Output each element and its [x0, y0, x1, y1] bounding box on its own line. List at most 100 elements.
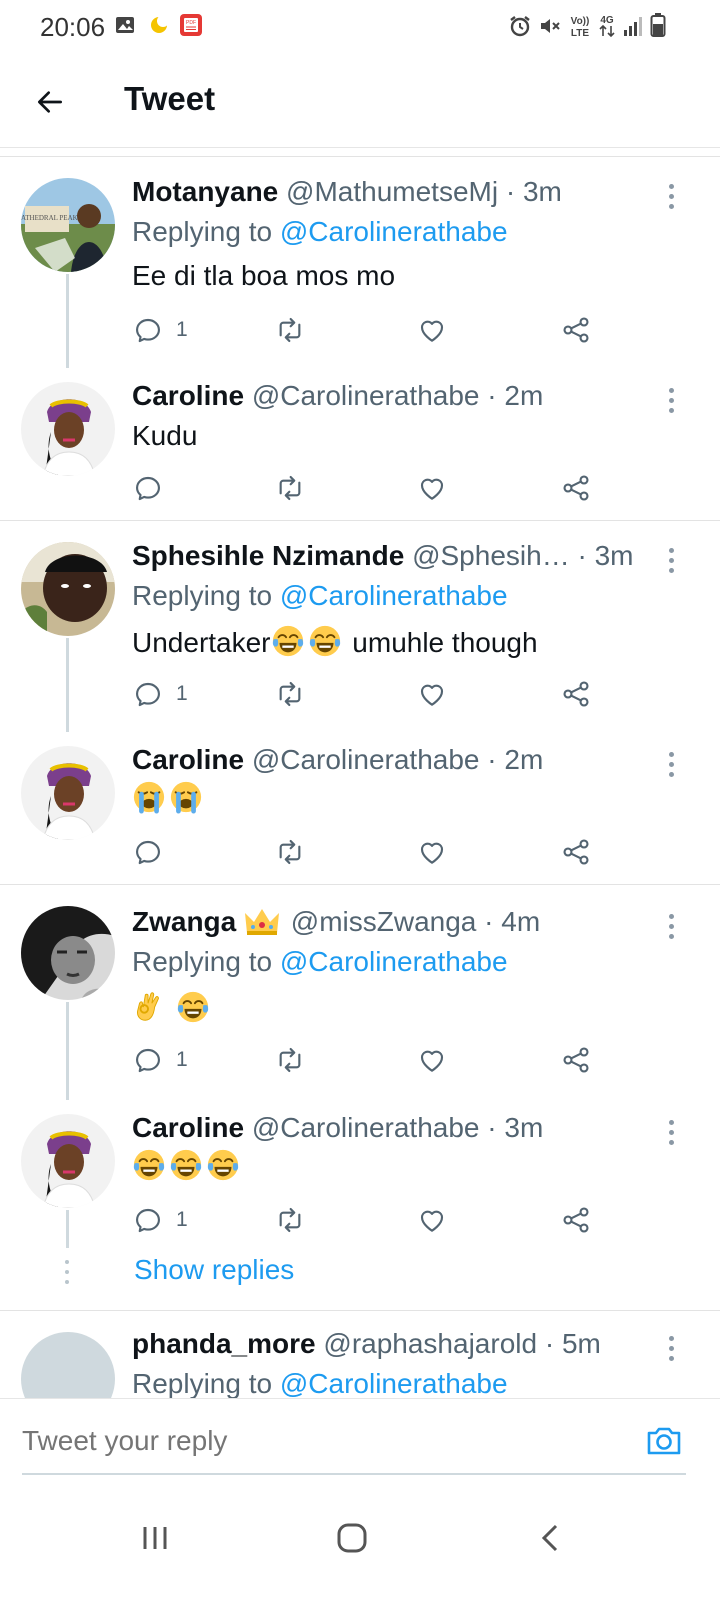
share-button[interactable] — [560, 1200, 592, 1240]
divider — [0, 156, 720, 157]
reply-icon — [132, 1044, 164, 1076]
moon-icon — [148, 14, 170, 41]
recent-apps-button[interactable] — [125, 1508, 185, 1568]
tweet[interactable]: Caroline @Carolinerathabe · 2m — [0, 744, 720, 868]
user-handle[interactable]: @missZwanga — [291, 906, 477, 937]
like-button[interactable] — [416, 1200, 448, 1240]
retweet-icon — [274, 1044, 306, 1076]
more-options-button[interactable] — [656, 906, 686, 946]
user-name[interactable]: Caroline — [132, 744, 244, 775]
timestamp[interactable]: 3m — [523, 176, 562, 207]
divider — [0, 520, 720, 521]
reply-input[interactable] — [22, 1425, 582, 1457]
tweet[interactable]: Caroline @Carolinerathabe · 2m Kudu — [0, 380, 720, 504]
user-name[interactable]: Caroline — [132, 380, 244, 411]
avatar[interactable] — [21, 542, 115, 636]
replying-prefix: Replying to — [132, 1368, 273, 1398]
replying-to: Replying to @Carolinerathabe — [132, 580, 508, 612]
avatar[interactable]: CATHEDRAL PEAK — [21, 178, 115, 272]
tweet-text: Undertaker umuhle though — [132, 624, 538, 659]
avatar[interactable] — [21, 382, 115, 476]
tears-of-joy-emoji — [271, 624, 305, 658]
like-button[interactable] — [416, 674, 448, 714]
like-button[interactable] — [416, 468, 448, 508]
mention-link[interactable]: @Carolinerathabe — [280, 580, 508, 611]
reply-button[interactable] — [132, 468, 164, 508]
tears-of-joy-emoji — [169, 1148, 203, 1182]
reply-button[interactable]: 1 — [132, 674, 188, 714]
4g-icon: 4G — [596, 12, 618, 45]
nav-back-button[interactable] — [520, 1508, 580, 1568]
tweet-header: phanda_more @raphashajarold · 5m — [132, 1328, 601, 1360]
like-button[interactable] — [416, 310, 448, 350]
reply-button[interactable]: 1 — [132, 1200, 188, 1240]
tweet[interactable]: Caroline @Carolinerathabe · 3m 1 — [0, 1112, 720, 1248]
more-options-button[interactable] — [656, 176, 686, 216]
share-icon — [560, 472, 592, 504]
user-handle[interactable]: @Carolinerathabe — [252, 1112, 480, 1143]
user-handle[interactable]: @MathumetseMj — [286, 176, 498, 207]
retweet-button[interactable] — [274, 674, 306, 714]
user-name[interactable]: Zwanga — [132, 906, 236, 937]
share-button[interactable] — [560, 832, 592, 872]
tweet-header: Caroline @Carolinerathabe · 3m — [132, 1112, 543, 1144]
share-button[interactable] — [560, 674, 592, 714]
back-button[interactable] — [28, 80, 72, 124]
mention-link[interactable]: @Carolinerathabe — [280, 216, 508, 247]
avatar[interactable] — [21, 1114, 115, 1208]
reply-button[interactable]: 1 — [132, 1040, 188, 1080]
timestamp[interactable]: 3m — [504, 1112, 543, 1143]
share-icon — [560, 314, 592, 346]
avatar[interactable] — [21, 746, 115, 840]
user-name[interactable]: Sphesihle Nzimande — [132, 540, 404, 571]
show-replies-link[interactable]: Show replies — [134, 1254, 294, 1286]
tweet[interactable]: Zwanga @missZwanga · 4m Replying to @Car… — [0, 906, 720, 1100]
mention-link[interactable]: @Carolinerathabe — [280, 946, 508, 977]
retweet-button[interactable] — [274, 1200, 306, 1240]
timestamp[interactable]: 4m — [501, 906, 540, 937]
mention-link[interactable]: @Carolinerathabe — [280, 1368, 508, 1398]
more-options-button[interactable] — [656, 744, 686, 784]
user-name[interactable]: Motanyane — [132, 176, 278, 207]
reply-button[interactable] — [132, 832, 164, 872]
like-button[interactable] — [416, 1040, 448, 1080]
tweet-text: Ee di tla boa mos mo — [132, 260, 396, 291]
home-button[interactable] — [322, 1508, 382, 1568]
timestamp[interactable]: 5m — [562, 1328, 601, 1359]
separator: · — [487, 744, 497, 775]
more-options-button[interactable] — [656, 1112, 686, 1152]
more-options-button[interactable] — [656, 380, 686, 420]
share-button[interactable] — [560, 310, 592, 350]
more-options-button[interactable] — [656, 1328, 686, 1368]
share-button[interactable] — [560, 1040, 592, 1080]
retweet-button[interactable] — [274, 310, 306, 350]
retweet-button[interactable] — [274, 1040, 306, 1080]
like-button[interactable] — [416, 832, 448, 872]
reply-icon — [132, 314, 164, 346]
timestamp[interactable]: 2m — [504, 744, 543, 775]
heart-icon — [416, 1204, 448, 1236]
timestamp[interactable]: 3m — [595, 540, 634, 571]
reply-button[interactable]: 1 — [132, 310, 188, 350]
user-handle[interactable]: @Carolinerathabe — [252, 380, 480, 411]
user-name[interactable]: Caroline — [132, 1112, 244, 1143]
user-handle[interactable]: @raphashajarold — [323, 1328, 537, 1359]
tweet[interactable]: Sphesihle Nzimande @Sphesih… · 3m Replyi… — [0, 540, 720, 732]
avatar[interactable] — [21, 906, 115, 1000]
share-button[interactable] — [560, 468, 592, 508]
user-handle[interactable]: @Carolinerathabe — [252, 744, 480, 775]
tweet-actions: 1 — [0, 310, 720, 350]
avatar[interactable] — [21, 1332, 115, 1398]
retweet-button[interactable] — [274, 468, 306, 508]
user-handle[interactable]: @Sphesih… — [412, 540, 570, 571]
tweet[interactable]: phanda_more @raphashajarold · 5m Replyin… — [0, 1328, 720, 1398]
camera-button[interactable] — [644, 1421, 684, 1461]
retweet-icon — [274, 314, 306, 346]
retweet-button[interactable] — [274, 832, 306, 872]
tweet[interactable]: CATHEDRAL PEAK Motanyane @MathumetseMj ·… — [0, 176, 720, 368]
more-options-button[interactable] — [656, 540, 686, 580]
tears-of-joy-emoji — [132, 1148, 166, 1182]
timestamp[interactable]: 2m — [504, 380, 543, 411]
user-name[interactable]: phanda_more — [132, 1328, 316, 1359]
reply-icon — [132, 472, 164, 504]
